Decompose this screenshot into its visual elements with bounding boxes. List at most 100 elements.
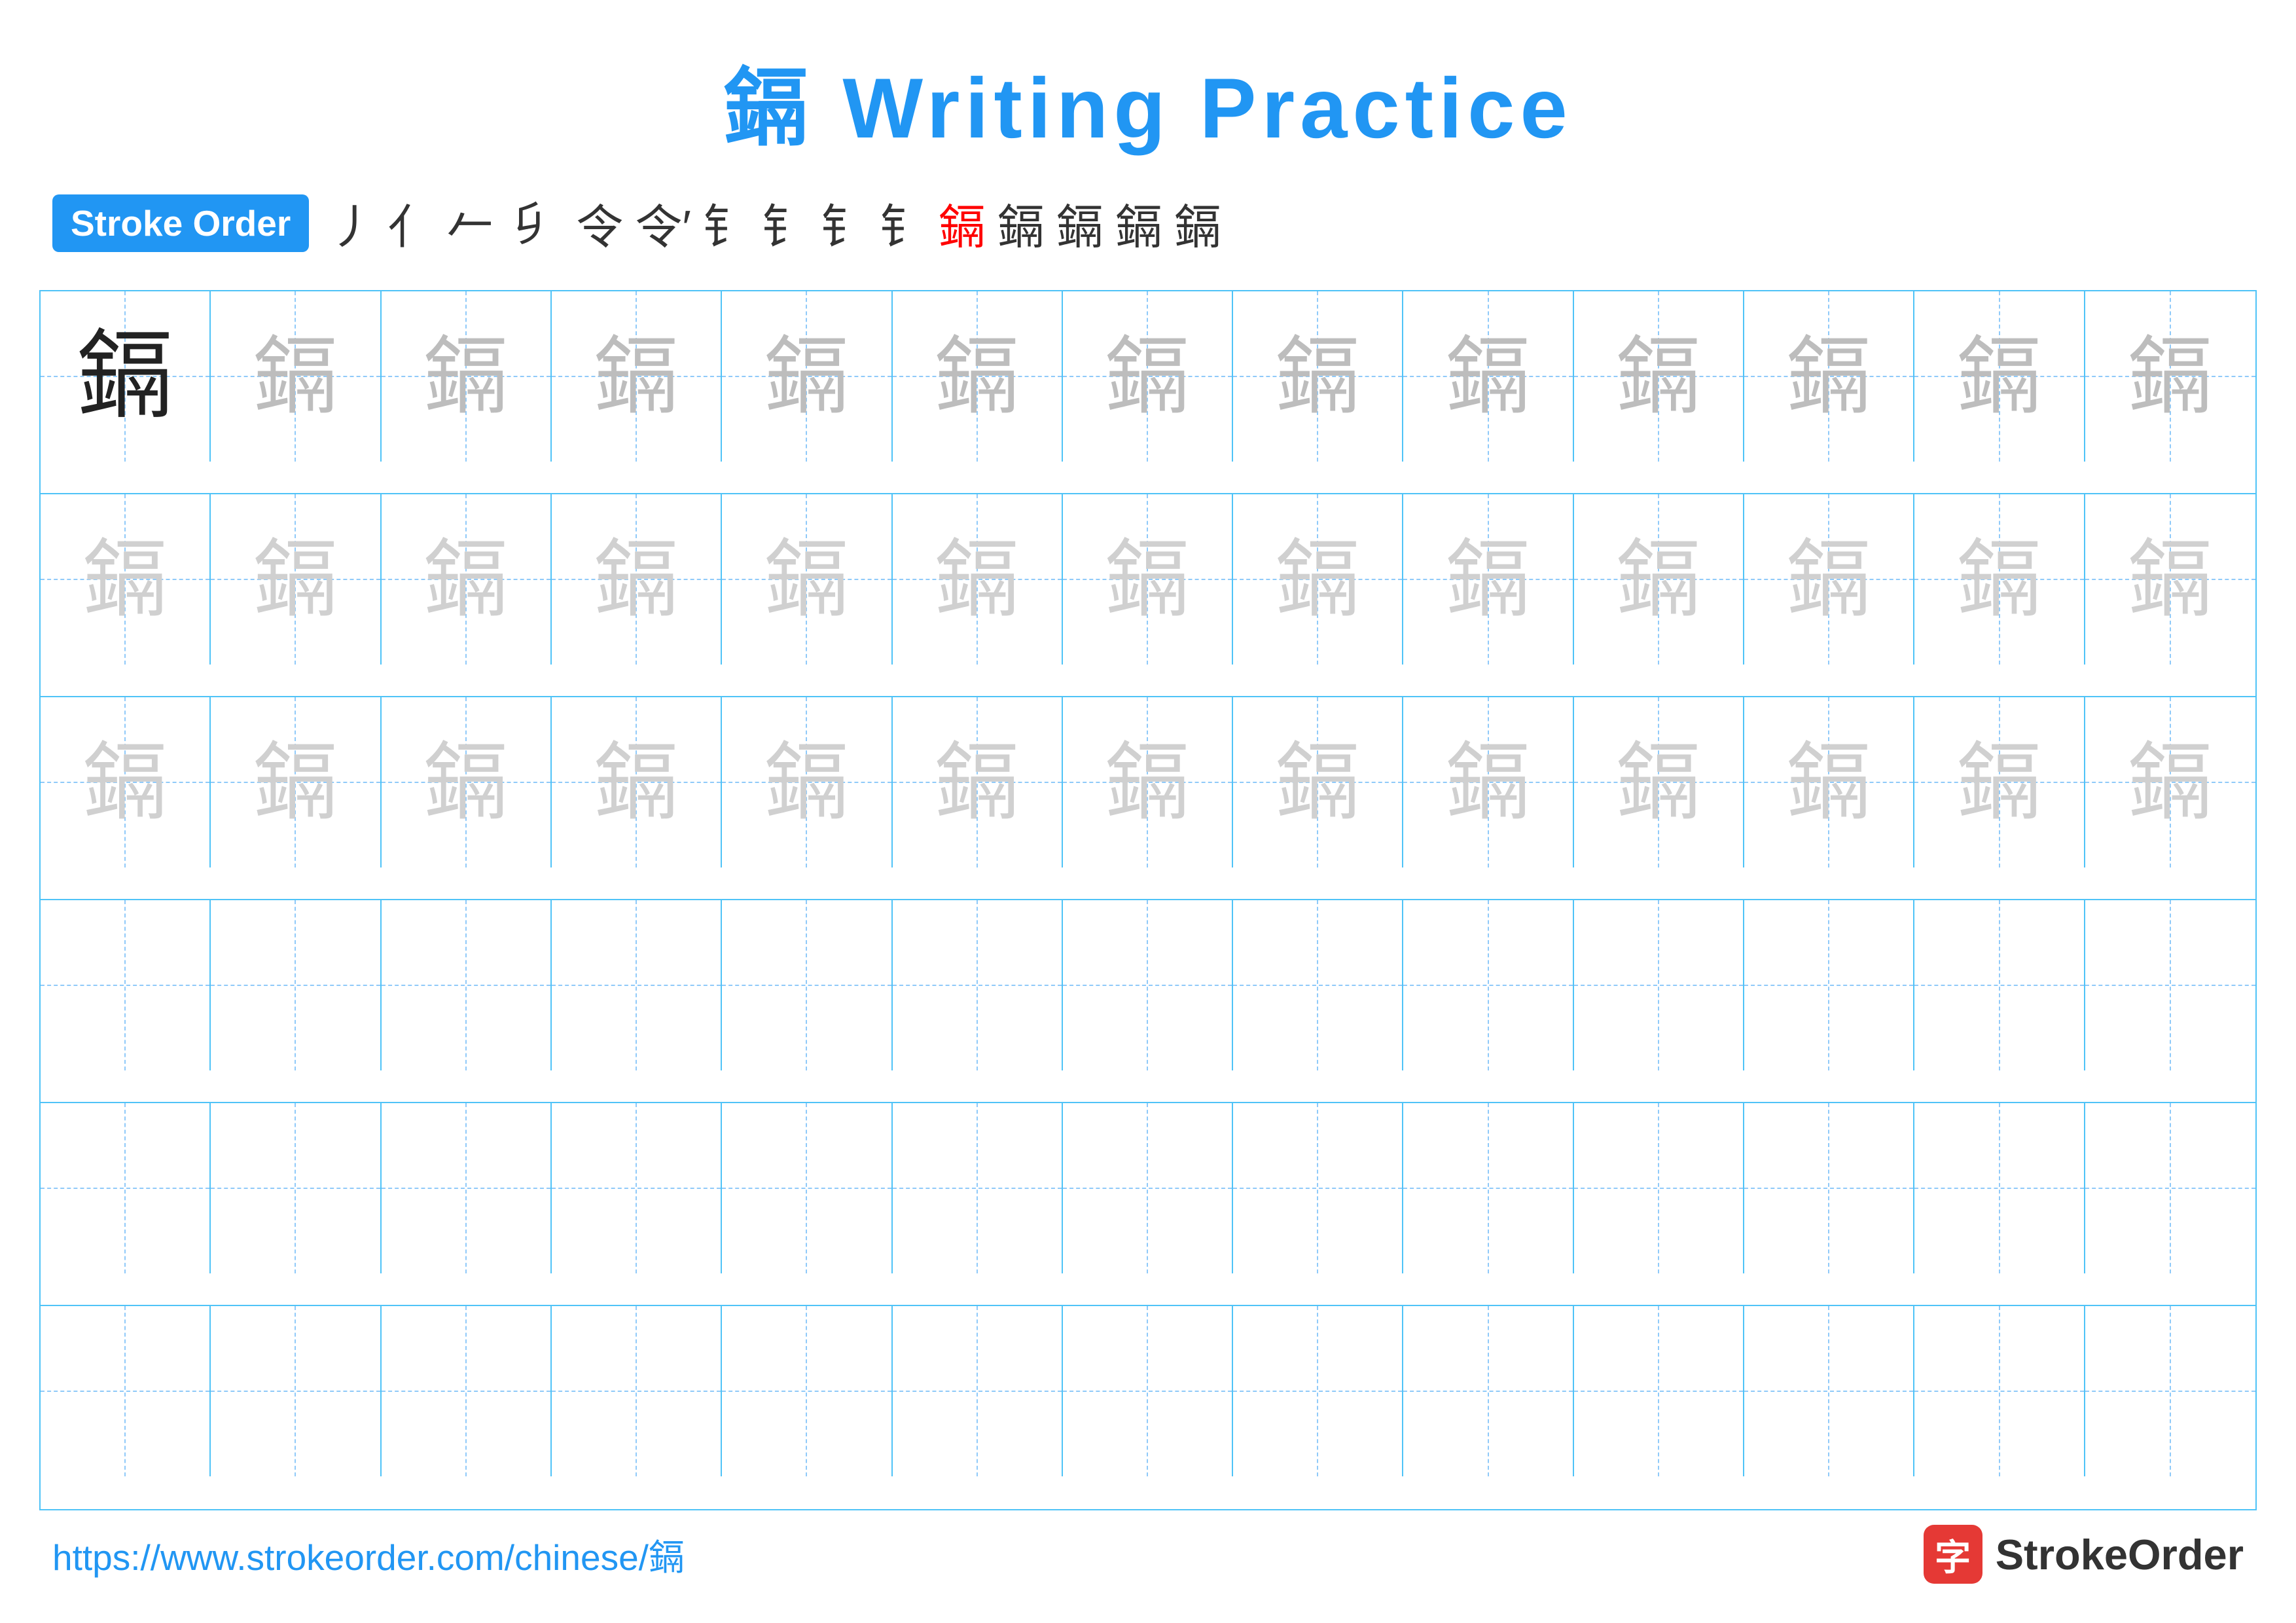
character-light: 鎘 [1446,334,1531,419]
grid-cell-6-10[interactable] [1574,1306,1744,1476]
grid-cell-2-6[interactable]: 鎘 [893,494,1063,665]
stroke-steps: 丿 亻 𠂉 𠂎 𠂏 令 令′ 钅 钅 钅 钅 鎘 鎘 鎘 鎘 鎘 [329,189,1221,257]
grid-cell-6-11[interactable] [1744,1306,1914,1476]
page-title: 鎘 Writing Practice [0,0,2296,162]
grid-cell-5-4[interactable] [552,1103,722,1273]
grid-cell-5-13[interactable] [2085,1103,2255,1273]
grid-cell-5-10[interactable] [1574,1103,1744,1273]
grid-cell-1-9[interactable]: 鎘 [1403,291,1573,462]
grid-cell-4-4[interactable] [552,900,722,1070]
grid-cell-4-13[interactable] [2085,900,2255,1070]
grid-cell-5-5[interactable] [722,1103,892,1273]
grid-cell-4-3[interactable] [382,900,552,1070]
grid-cell-3-4[interactable]: 鎘 [552,697,722,867]
character-lighter: 鎘 [1105,740,1190,825]
grid-cell-4-10[interactable] [1574,900,1744,1070]
grid-cell-6-6[interactable] [893,1306,1063,1476]
grid-cell-1-3[interactable]: 鎘 [382,291,552,462]
grid-cell-4-6[interactable] [893,900,1063,1070]
grid-cell-5-6[interactable] [893,1103,1063,1273]
grid-cell-2-11[interactable]: 鎘 [1744,494,1914,665]
grid-cell-4-8[interactable] [1233,900,1403,1070]
character-lighter: 鎘 [2128,740,2213,825]
character-light: 鎘 [764,334,849,419]
grid-cell-3-1[interactable]: 鎘 [41,697,211,867]
grid-cell-6-13[interactable] [2085,1306,2255,1476]
grid-cell-5-1[interactable] [41,1103,211,1273]
grid-cell-3-8[interactable]: 鎘 [1233,697,1403,867]
grid-cell-2-8[interactable]: 鎘 [1233,494,1403,665]
grid-cell-4-12[interactable] [1914,900,2085,1070]
grid-cell-5-3[interactable] [382,1103,552,1273]
grid-cell-1-2[interactable]: 鎘 [211,291,381,462]
grid-cell-4-2[interactable] [211,900,381,1070]
stroke-step-12: 鎘 [939,189,986,257]
grid-cell-1-6[interactable]: 鎘 [893,291,1063,462]
stroke-step-10: 钅 [821,189,868,257]
grid-cell-5-11[interactable] [1744,1103,1914,1273]
grid-cell-1-5[interactable]: 鎘 [722,291,892,462]
grid-cell-6-12[interactable] [1914,1306,2085,1476]
character-lighter: 鎘 [423,740,509,825]
grid-cell-3-5[interactable]: 鎘 [722,697,892,867]
grid-cell-3-12[interactable]: 鎘 [1914,697,2085,867]
grid-cell-1-10[interactable]: 鎘 [1574,291,1744,462]
grid-cell-5-7[interactable] [1063,1103,1233,1273]
grid-cell-4-5[interactable] [722,900,892,1070]
grid-cell-1-8[interactable]: 鎘 [1233,291,1403,462]
grid-cell-6-1[interactable] [41,1306,211,1476]
grid-cell-1-1[interactable]: 鎘 [41,291,211,462]
grid-cell-3-11[interactable]: 鎘 [1744,697,1914,867]
grid-cell-6-7[interactable] [1063,1306,1233,1476]
character-lighter: 鎘 [1786,537,1871,622]
grid-cell-2-7[interactable]: 鎘 [1063,494,1233,665]
grid-row-4 [41,900,2255,1103]
grid-cell-5-2[interactable] [211,1103,381,1273]
character-lighter: 鎘 [423,537,509,622]
grid-cell-3-6[interactable]: 鎘 [893,697,1063,867]
grid-row-2: 鎘 鎘 鎘 鎘 鎘 鎘 鎘 鎘 鎘 鎘 鎘 鎘 [41,494,2255,697]
grid-cell-6-9[interactable] [1403,1306,1573,1476]
grid-cell-1-12[interactable]: 鎘 [1914,291,2085,462]
grid-cell-1-7[interactable]: 鎘 [1063,291,1233,462]
grid-cell-4-1[interactable] [41,900,211,1070]
grid-cell-1-11[interactable]: 鎘 [1744,291,1914,462]
grid-cell-3-13[interactable]: 鎘 [2085,697,2255,867]
character-lighter: 鎘 [1786,740,1871,825]
character-light: 鎘 [423,334,509,419]
grid-cell-2-2[interactable]: 鎘 [211,494,381,665]
grid-cell-6-5[interactable] [722,1306,892,1476]
grid-cell-5-9[interactable] [1403,1103,1573,1273]
grid-cell-4-7[interactable] [1063,900,1233,1070]
grid-cell-2-3[interactable]: 鎘 [382,494,552,665]
grid-cell-1-4[interactable]: 鎘 [552,291,722,462]
grid-cell-3-10[interactable]: 鎘 [1574,697,1744,867]
character-lighter: 鎘 [1957,740,2042,825]
grid-cell-2-5[interactable]: 鎘 [722,494,892,665]
grid-cell-5-8[interactable] [1233,1103,1403,1273]
grid-cell-4-11[interactable] [1744,900,1914,1070]
character-lighter: 鎘 [2128,537,2213,622]
character-light: 鎘 [253,334,338,419]
character-lighter: 鎘 [1105,537,1190,622]
grid-cell-6-3[interactable] [382,1306,552,1476]
grid-cell-3-7[interactable]: 鎘 [1063,697,1233,867]
grid-cell-6-2[interactable] [211,1306,381,1476]
grid-cell-2-1[interactable]: 鎘 [41,494,211,665]
grid-cell-2-12[interactable]: 鎘 [1914,494,2085,665]
grid-cell-2-13[interactable]: 鎘 [2085,494,2255,665]
grid-row-1: 鎘 鎘 鎘 鎘 鎘 鎘 鎘 鎘 鎘 鎘 鎘 鎘 [41,291,2255,494]
grid-cell-2-10[interactable]: 鎘 [1574,494,1744,665]
character-lighter: 鎘 [253,537,338,622]
grid-cell-3-3[interactable]: 鎘 [382,697,552,867]
grid-cell-2-4[interactable]: 鎘 [552,494,722,665]
grid-cell-6-8[interactable] [1233,1306,1403,1476]
grid-cell-3-9[interactable]: 鎘 [1403,697,1573,867]
grid-cell-6-4[interactable] [552,1306,722,1476]
footer-url-link[interactable]: https://www.strokeorder.com/chinese/鎘 [52,1528,685,1580]
grid-cell-1-13[interactable]: 鎘 [2085,291,2255,462]
grid-cell-4-9[interactable] [1403,900,1573,1070]
grid-cell-3-2[interactable]: 鎘 [211,697,381,867]
grid-cell-5-12[interactable] [1914,1103,2085,1273]
grid-cell-2-9[interactable]: 鎘 [1403,494,1573,665]
